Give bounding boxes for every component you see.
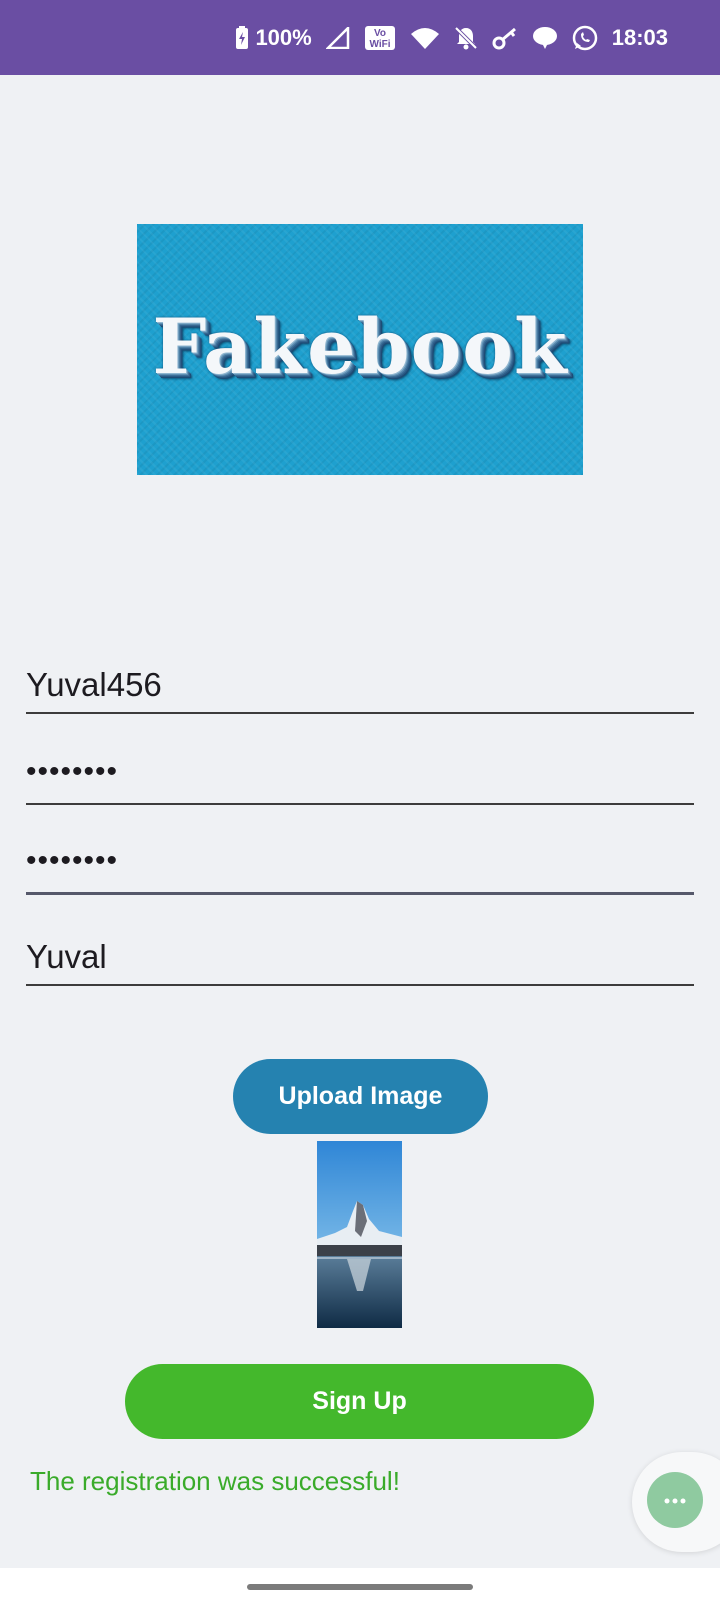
key-icon — [492, 26, 518, 50]
logo-text: Fakebook — [152, 302, 568, 391]
home-gesture-handle[interactable] — [247, 1584, 473, 1590]
fakebook-logo: Fakebook — [137, 224, 583, 475]
vowifi-icon: Vo WiFi — [364, 25, 396, 51]
password-field[interactable]: •••••••• — [26, 745, 694, 805]
username-field[interactable]: Yuval456 — [26, 654, 694, 714]
more-horizontal-icon — [664, 1491, 686, 1509]
profile-image-preview — [317, 1141, 402, 1328]
password-value: •••••••• — [26, 755, 119, 788]
whatsapp-icon — [572, 25, 598, 51]
sign-up-button[interactable]: Sign Up — [125, 1364, 594, 1439]
wifi-icon — [410, 26, 440, 50]
status-bar: 100% Vo WiFi 18:03 — [0, 0, 720, 75]
confirm-password-field[interactable]: •••••••• — [26, 835, 694, 895]
registration-status-message: The registration was successful! — [30, 1466, 400, 1496]
floating-menu-container — [632, 1452, 720, 1552]
chat-bubble-icon — [532, 26, 558, 50]
display-name-field[interactable]: Yuval — [26, 926, 694, 986]
display-name-value: Yuval — [26, 938, 107, 975]
bell-off-icon — [454, 26, 478, 50]
more-options-button[interactable] — [647, 1472, 703, 1528]
signal-icon — [325, 26, 350, 49]
confirm-password-value: •••••••• — [26, 844, 119, 877]
battery-charging-icon — [235, 25, 249, 50]
username-value: Yuval456 — [26, 666, 162, 703]
battery-percentage: 100% — [255, 24, 312, 50]
clock: 18:03 — [611, 24, 668, 50]
svg-text:WiFi: WiFi — [369, 39, 390, 50]
svg-text:Vo: Vo — [374, 28, 386, 39]
upload-image-button[interactable]: Upload Image — [233, 1059, 488, 1134]
